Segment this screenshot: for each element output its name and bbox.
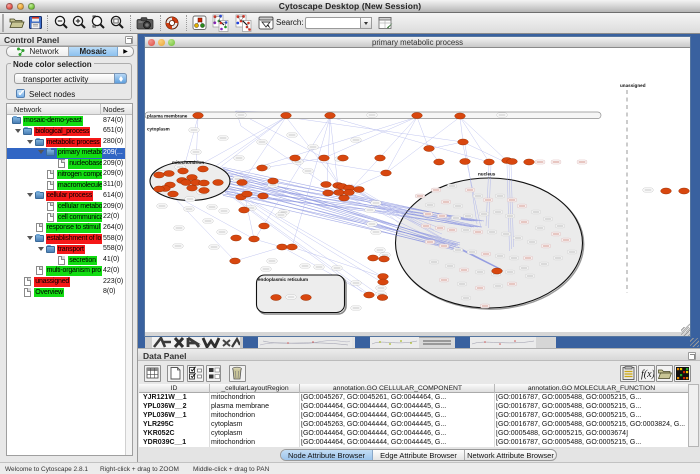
- svg-text:cytoplasm: cytoplasm: [147, 127, 170, 132]
- svg-text:nucleus: nucleus: [478, 172, 496, 177]
- svg-text:f(x): f(x): [641, 369, 654, 380]
- svg-text:mitochondrion: mitochondrion: [172, 160, 204, 165]
- svg-text:endoplasmic reticulum: endoplasmic reticulum: [258, 277, 308, 282]
- svg-text:plasma membrane: plasma membrane: [147, 114, 188, 119]
- svg-text:unassigned: unassigned: [620, 83, 646, 88]
